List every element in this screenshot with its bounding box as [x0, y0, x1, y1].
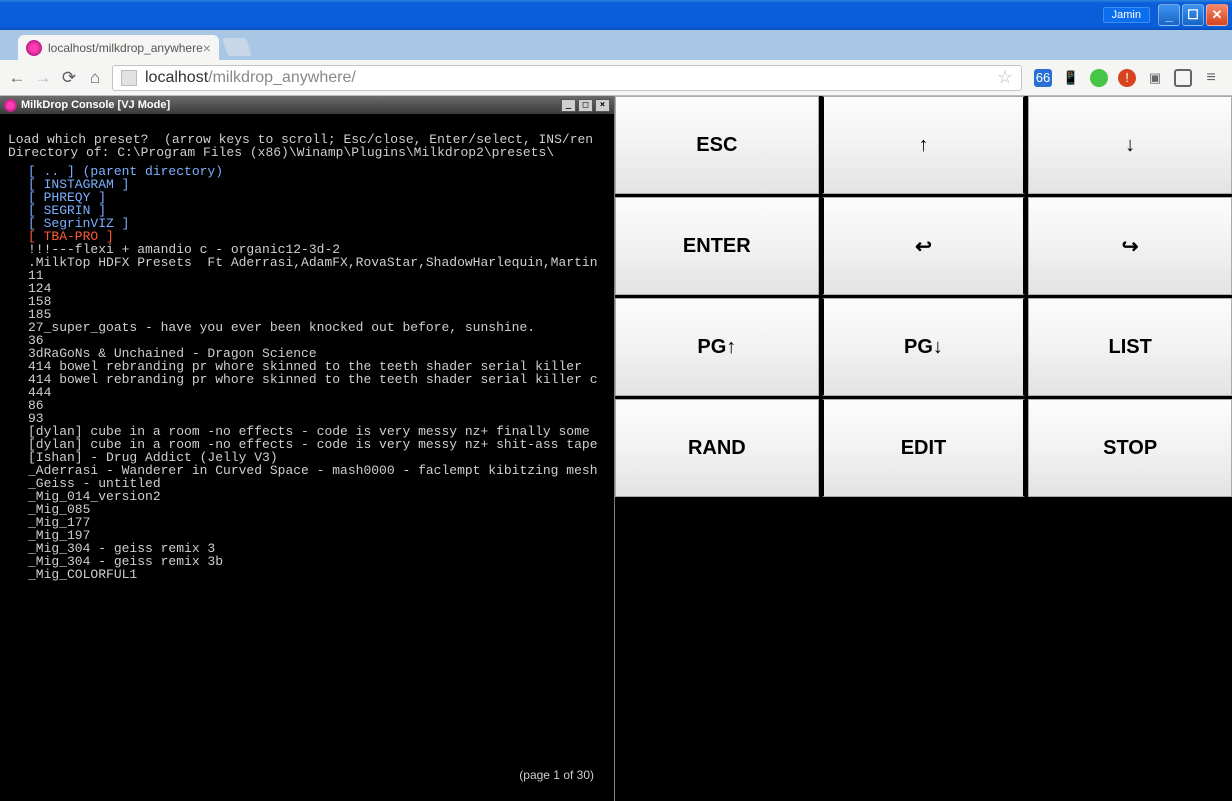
- extension-icon[interactable]: !: [1118, 69, 1136, 87]
- console-minimize-button[interactable]: _: [561, 99, 576, 112]
- browser-tab[interactable]: localhost/milkdrop_anywhere ×: [18, 35, 219, 60]
- os-user-badge: Jamin: [1103, 7, 1150, 23]
- pgup-button[interactable]: PG↑: [615, 298, 819, 396]
- rand-button[interactable]: RAND: [615, 399, 819, 497]
- address-bar[interactable]: localhost/milkdrop_anywhere/ ☆: [112, 65, 1022, 91]
- button-grid: ESC↑↓ ENTER↩↪ PG↑PG↓LIST RANDEDITSTOP: [615, 96, 1232, 500]
- page-icon: [121, 70, 137, 86]
- left-button[interactable]: ↩: [822, 197, 1026, 295]
- extension-icon[interactable]: 📱: [1062, 69, 1080, 87]
- tab-close-icon[interactable]: ×: [203, 40, 211, 56]
- milkdrop-console-window: MilkDrop Console [VJ Mode] _ □ × Load wh…: [0, 96, 615, 801]
- right-button[interactable]: ↪: [1028, 197, 1232, 295]
- os-minimize-button[interactable]: _: [1158, 4, 1180, 26]
- new-tab-button[interactable]: [222, 38, 252, 56]
- down-button[interactable]: ↓: [1028, 96, 1232, 194]
- console-titlebar[interactable]: MilkDrop Console [VJ Mode] _ □ ×: [0, 96, 614, 114]
- list-button[interactable]: LIST: [1028, 298, 1232, 396]
- browser-toolbar: ← → ⟳ ⌂ localhost/milkdrop_anywhere/ ☆ 6…: [0, 60, 1232, 96]
- milkdrop-favicon-icon: [26, 40, 42, 56]
- forward-button[interactable]: →: [34, 69, 52, 87]
- url-host: localhost: [145, 69, 208, 87]
- console-title: MilkDrop Console [VJ Mode]: [21, 99, 170, 111]
- extension-icon[interactable]: 66: [1034, 69, 1052, 87]
- esc-button[interactable]: ESC: [615, 96, 819, 194]
- extension-icon[interactable]: [1090, 69, 1108, 87]
- tab-title: localhost/milkdrop_anywhere: [48, 41, 203, 55]
- list-item-file[interactable]: .MilkTop HDFX Presets Ft Aderrasi,AdamFX…: [28, 255, 598, 270]
- extension-area: 66 📱 ! ▣ ≡: [1030, 69, 1224, 87]
- reload-button[interactable]: ⟳: [60, 69, 78, 87]
- browser-tab-strip: localhost/milkdrop_anywhere ×: [0, 30, 1232, 60]
- list-item-file[interactable]: 27_super_goats - have you ever been knoc…: [28, 320, 535, 335]
- stop-button[interactable]: STOP: [1028, 399, 1232, 497]
- list-item-file[interactable]: _Mig_COLORFUL1: [28, 567, 137, 582]
- console-close-button[interactable]: ×: [595, 99, 610, 112]
- page-content: MilkDrop Console [VJ Mode] _ □ × Load wh…: [0, 96, 1232, 801]
- panel-filler: [615, 500, 1232, 801]
- edit-button[interactable]: EDIT: [822, 399, 1026, 497]
- back-button[interactable]: ←: [8, 69, 26, 87]
- cast-icon[interactable]: ▣: [1146, 69, 1164, 87]
- extension-icon[interactable]: [1174, 69, 1192, 87]
- enter-button[interactable]: ENTER: [615, 197, 819, 295]
- list-item-file[interactable]: 414 bowel rebranding pr whore skinned to…: [28, 372, 598, 387]
- console-maximize-button[interactable]: □: [578, 99, 593, 112]
- url-path: /milkdrop_anywhere/: [208, 69, 356, 87]
- console-body[interactable]: Load which preset? (arrow keys to scroll…: [0, 114, 614, 801]
- page-indicator: (page 1 of 30): [519, 769, 594, 781]
- os-maximize-button[interactable]: ☐: [1182, 4, 1204, 26]
- pgdown-button[interactable]: PG↓: [822, 298, 1026, 396]
- bookmark-star-icon[interactable]: ☆: [997, 67, 1013, 88]
- milkdrop-icon: [4, 99, 17, 112]
- home-button[interactable]: ⌂: [86, 69, 104, 87]
- console-prompt-line: Directory of: C:\Program Files (x86)\Win…: [8, 146, 604, 159]
- os-window-titlebar: Jamin _ ☐ ✕: [0, 0, 1232, 30]
- control-panel: ESC↑↓ ENTER↩↪ PG↑PG↓LIST RANDEDITSTOP: [615, 96, 1232, 801]
- up-button[interactable]: ↑: [822, 96, 1026, 194]
- chrome-menu-button[interactable]: ≡: [1202, 69, 1220, 87]
- os-close-button[interactable]: ✕: [1206, 4, 1228, 26]
